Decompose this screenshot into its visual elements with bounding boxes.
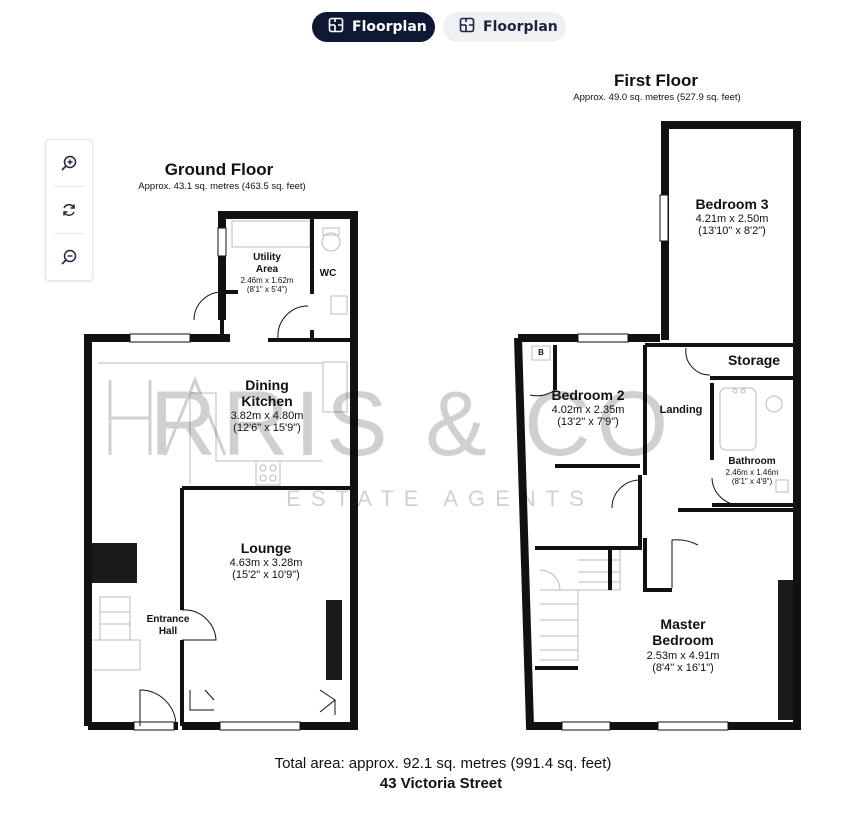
bedroom2-name: Bedroom 2: [551, 387, 625, 403]
ground-floor-area: Approx. 43.1 sq. metres (463.5 sq. feet): [138, 181, 306, 192]
hall-name-2: Hall: [158, 626, 178, 637]
ground-floor-title: Ground Floor: [164, 160, 274, 179]
bathroom-imperial: (8'1" x 4'9"): [731, 477, 773, 486]
bathroom-name: Bathroom: [728, 456, 776, 467]
dining-metric: 3.82m x 4.80m: [230, 410, 304, 422]
boiler-name: B: [538, 348, 544, 357]
total-area: Total area: approx. 92.1 sq. metres (991…: [274, 755, 612, 772]
utility-metric: 2.46m x 1.62m: [240, 276, 294, 285]
floorplan-drawing: RRIS & CO ESTATE AGENTS: [84, 121, 801, 731]
master-metric: 2.53m x 4.91m: [646, 650, 720, 662]
dining-imperial: (12'6" x 15'9"): [233, 422, 301, 434]
first-floor-title: First Floor: [613, 71, 699, 90]
utility-name-1: Utility: [253, 252, 281, 263]
master-imperial: (8'4" x 16'1"): [652, 662, 714, 674]
bedroom3-imperial: (13'10" x 8'2"): [698, 225, 766, 237]
svg-text:ESTATE AGENTS: ESTATE AGENTS: [286, 486, 594, 511]
master-name-1: Master: [660, 616, 706, 632]
bedroom3-metric: 4.21m x 2.50m: [695, 213, 769, 225]
utility-imperial: (8'1" x 5'4"): [246, 285, 288, 294]
wc-name: WC: [319, 268, 337, 279]
bedroom2-imperial: (13'2" x 7'9"): [557, 416, 619, 428]
dining-name-2: Kitchen: [241, 393, 293, 409]
utility-name-2: Area: [255, 264, 279, 275]
hall-name-1: Entrance: [146, 614, 190, 625]
lounge-name: Lounge: [240, 540, 292, 556]
landing-name: Landing: [659, 404, 703, 416]
dining-name-1: Dining: [245, 377, 289, 393]
bedroom2-metric: 4.02m x 2.35m: [551, 404, 625, 416]
lounge-metric: 4.63m x 3.28m: [229, 557, 303, 569]
first-floor-area: Approx. 49.0 sq. metres (527.9 sq. feet): [573, 92, 741, 103]
master-name-2: Bedroom: [652, 632, 714, 648]
lounge-imperial: (15'2" x 10'9"): [232, 569, 300, 581]
property-address: 43 Victoria Street: [379, 775, 503, 792]
bedroom3-name: Bedroom 3: [695, 196, 769, 212]
bathroom-metric: 2.46m x 1.46m: [725, 468, 779, 477]
storage-name: Storage: [727, 352, 781, 368]
